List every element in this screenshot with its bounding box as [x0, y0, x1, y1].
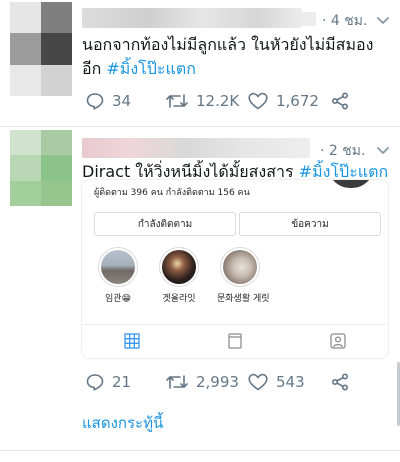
author-name-redacted [82, 138, 310, 158]
reply-count: 21 [112, 373, 132, 391]
chevron-down-icon[interactable] [376, 143, 390, 157]
following-button[interactable]: กำลังติดตาม [94, 212, 236, 236]
highlight-label: 겟올라잇 [162, 294, 196, 304]
retweet-icon [166, 375, 188, 389]
tweet-divider [0, 450, 400, 451]
tweet-time: · 2 ชม. [320, 143, 366, 159]
avatar[interactable] [10, 2, 72, 96]
follower-stats: ผู้ติดตาม 396 คน กำลังติดตาม 156 คน [94, 188, 250, 198]
show-this-thread-link[interactable]: แสดงกระทู้นี้ [82, 411, 163, 435]
highlight-image [101, 250, 135, 284]
share-icon [331, 373, 349, 391]
hashtag-link[interactable]: #มิ้งโป๊ะแตก [106, 59, 196, 78]
avatar[interactable] [10, 130, 72, 206]
tweet-text-line: นอกจากท้องไม่มีลูกแล้ว ในหัวยังไม่มีสมอง [82, 35, 374, 54]
igtv-icon[interactable] [227, 333, 243, 349]
tweet-text-line: อีก #มิ้งโป๊ะแตก [82, 57, 394, 81]
message-button[interactable]: ข้อความ [239, 212, 381, 236]
story-highlight[interactable]: 임관😁 [95, 247, 141, 304]
highlight-label: 문화생활 게릿 [217, 294, 270, 304]
retweet-count: 12.2K [196, 92, 240, 110]
reply-button[interactable]: 21 [86, 373, 131, 391]
tweet-text: นอกจากท้องไม่มีลูกแล้ว ในหัวยังไม่มีสมอง… [82, 33, 394, 81]
embedded-image[interactable]: ผู้ติดตาม 396 คน กำลังติดตาม 156 คน กำลั… [82, 180, 388, 358]
highlight-image [162, 250, 196, 284]
author-name-redacted [82, 8, 302, 28]
like-button[interactable]: 543 [248, 373, 305, 391]
like-icon [248, 373, 268, 391]
share-button[interactable] [331, 373, 349, 391]
like-button[interactable]: 1,672 [248, 92, 319, 110]
tagged-icon[interactable] [330, 333, 346, 349]
tweet-text-plain: อีก [82, 59, 107, 78]
reply-icon [86, 374, 104, 391]
author-handle-redacted [302, 12, 316, 26]
reply-icon [86, 93, 104, 110]
story-highlight[interactable]: 문화생활 게릿 [217, 247, 270, 304]
retweet-button[interactable]: 2,993 [166, 373, 239, 391]
tweet-time: · 4 ชม. [322, 13, 368, 29]
retweet-icon [166, 94, 188, 108]
highlight-label: 임관😁 [105, 294, 131, 304]
share-button[interactable] [331, 92, 349, 110]
tweet-text-plain: Diract ให้วิ่งหนีมิ้งได้มั้ยสงสาร [82, 162, 299, 181]
retweet-count: 2,993 [196, 373, 239, 391]
like-count: 543 [276, 373, 305, 391]
reply-button[interactable]: 34 [86, 92, 131, 110]
story-highlight[interactable]: 겟올라잇 [156, 247, 202, 304]
reply-count: 34 [112, 92, 132, 110]
hashtag-link[interactable]: #มิ้งโป๊ะแตก [299, 162, 389, 181]
highlight-image [223, 250, 257, 284]
tweet-divider [0, 126, 400, 127]
share-icon [331, 92, 349, 110]
like-count: 1,672 [276, 92, 319, 110]
like-icon [248, 92, 268, 110]
retweet-button[interactable]: 12.2K [166, 92, 239, 110]
profile-avatar-partial [328, 180, 374, 188]
profile-tab-bar [82, 324, 388, 358]
grid-icon[interactable] [124, 333, 140, 349]
chevron-down-icon[interactable] [376, 13, 390, 27]
